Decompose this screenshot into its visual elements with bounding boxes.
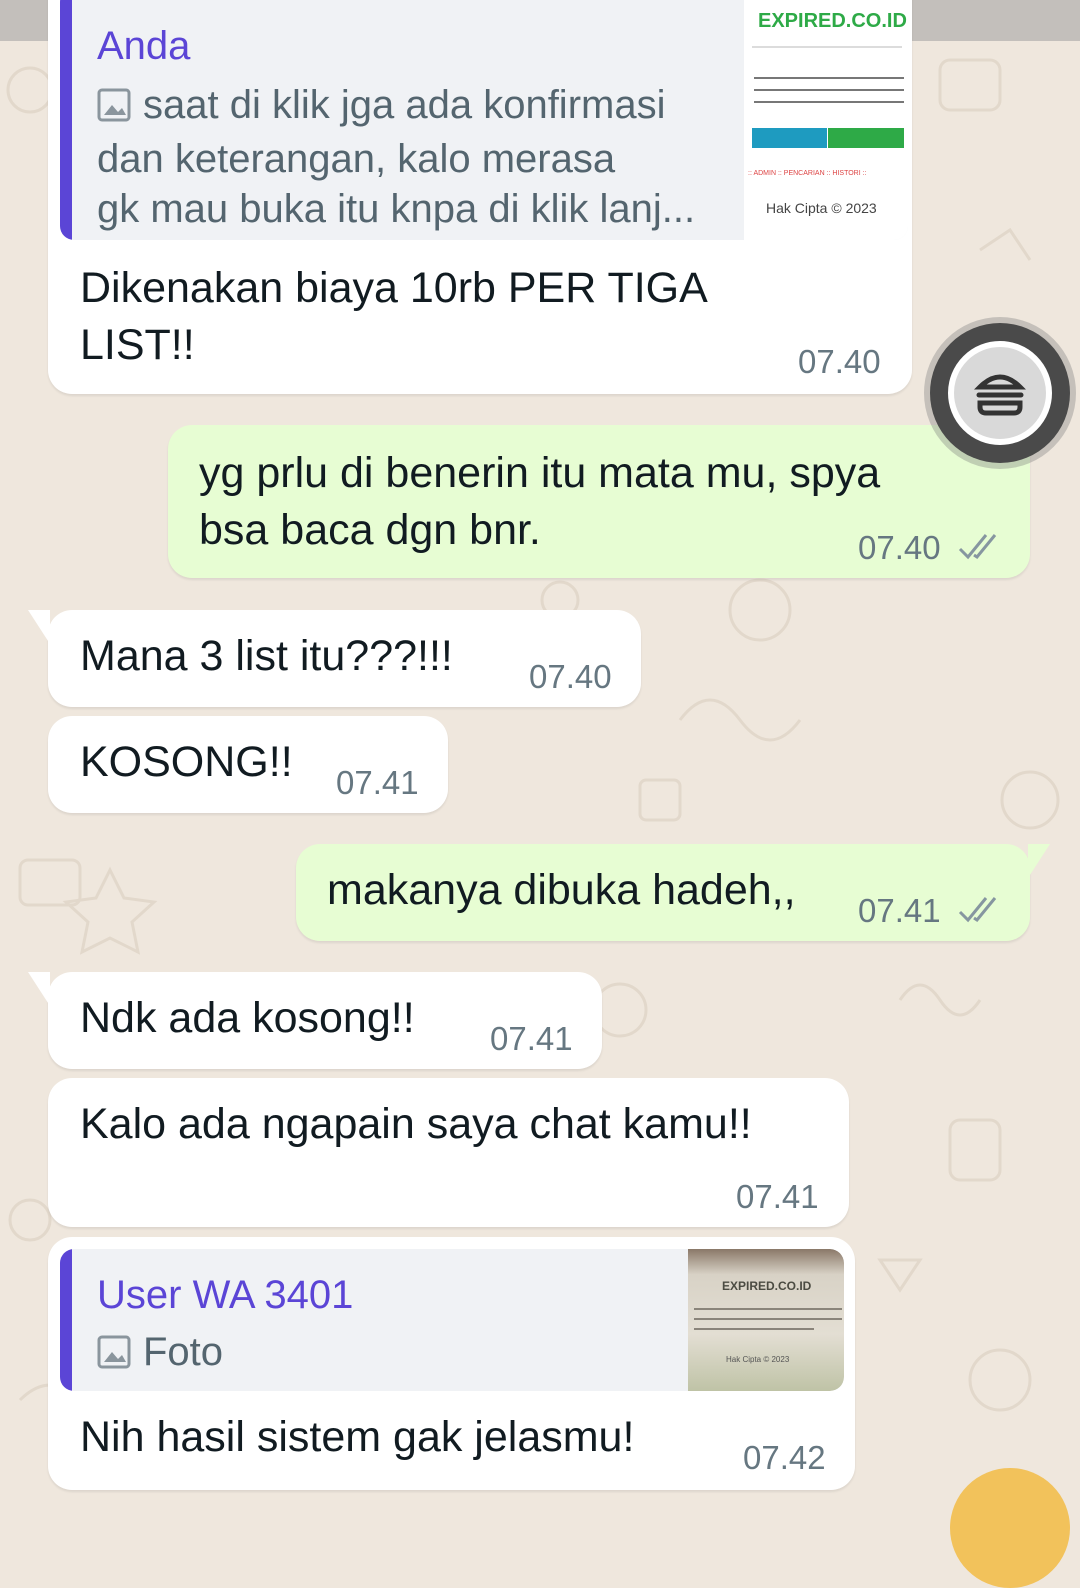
message-time: 07.42	[743, 1439, 826, 1476]
message-text: Dikenakan biaya 10rb PER TIGA LIST!!	[80, 264, 708, 369]
message-text: Nih hasil sistem gak jelasmu!	[80, 1413, 635, 1461]
bubble-tail	[28, 972, 50, 1006]
message-incoming-m8[interactable]: User WA 3401 Foto EXPIRED.CO.ID Hak Cipt…	[48, 1237, 855, 1490]
message-time: 07.40	[858, 529, 941, 566]
image-icon	[97, 84, 131, 134]
message-time: 07.41	[490, 1020, 573, 1057]
message-text: yg prlu di benerin itu mata mu, spya bsa…	[199, 449, 881, 554]
thumb-footer: Hak Cipta © 2023	[766, 200, 877, 216]
message-text: Mana 3 list itu???!!!	[80, 632, 453, 680]
reply-thumbnail: EXPIRED.CO.ID Hak Cipta © 2023	[688, 1249, 844, 1391]
thumb-footer: Hak Cipta © 2023	[726, 1355, 790, 1364]
reply-text-content: saat di klik jga ada konfirmasi dan kete…	[97, 83, 696, 231]
message-incoming-m3[interactable]: Mana 3 list itu???!!! 07.40	[28, 610, 641, 707]
message-incoming-m6[interactable]: Ndk ada kosong!! 07.41	[28, 972, 602, 1069]
message-text: KOSONG!!	[80, 738, 293, 786]
call-button-partial[interactable]	[950, 1468, 1070, 1588]
thumb-site-title: EXPIRED.CO.ID	[758, 10, 907, 32]
thumb-blue-bar	[752, 128, 827, 148]
reply-author: Anda	[97, 24, 191, 68]
thumb-text-lines	[694, 1308, 842, 1330]
reply-accent-bar	[60, 0, 72, 240]
reply-quote[interactable]: User WA 3401 Foto EXPIRED.CO.ID Hak Cipt…	[60, 1249, 844, 1391]
thumb-green-bar	[828, 128, 904, 148]
message-incoming-m1[interactable]: Anda saat di klik jga ada konfirmasi dan…	[48, 0, 912, 394]
double-check-icon	[958, 897, 997, 923]
message-time: 07.40	[529, 658, 612, 695]
thumb-text-lines	[754, 77, 904, 103]
message-text: Ndk ada kosong!!	[80, 994, 415, 1042]
reply-thumbnail: EXPIRED.CO.ID :: ADMIN :: PENCARIAN :: H…	[744, 0, 908, 240]
message-time: 07.40	[798, 343, 881, 380]
thumb-site-title: EXPIRED.CO.ID	[722, 1279, 812, 1293]
burger-icon	[974, 374, 1026, 416]
message-time: 07.41	[736, 1178, 819, 1215]
message-time: 07.41	[336, 764, 419, 801]
floating-burger-button[interactable]	[930, 323, 1070, 463]
reply-accent-bar	[60, 1249, 72, 1391]
message-incoming-m4[interactable]: KOSONG!! 07.41	[48, 716, 448, 813]
message-incoming-m7[interactable]: Kalo ada ngapain saya chat kamu!! 07.41	[48, 1078, 849, 1227]
double-check-icon	[958, 534, 997, 560]
message-outgoing-m2[interactable]: yg prlu di benerin itu mata mu, spya bsa…	[168, 425, 1030, 578]
reply-quote[interactable]: Anda saat di klik jga ada konfirmasi dan…	[60, 0, 908, 240]
message-time: 07.41	[858, 892, 941, 929]
reply-text: saat di klik jga ada konfirmasi dan kete…	[97, 80, 737, 234]
image-icon	[97, 1331, 131, 1381]
bubble-tail	[28, 610, 50, 644]
message-text: Kalo ada ngapain saya chat kamu!!	[80, 1100, 752, 1148]
reply-text: Foto	[97, 1327, 223, 1381]
floating-button-face	[948, 341, 1052, 445]
bubble-tail	[1028, 844, 1050, 878]
message-text: makanya dibuka hadeh,,	[327, 866, 796, 914]
reply-text-content: Foto	[143, 1330, 224, 1374]
thumb-nav: :: ADMIN :: PENCARIAN :: HISTORI ::	[748, 170, 867, 177]
message-outgoing-m5[interactable]: makanya dibuka hadeh,, 07.41	[296, 844, 1050, 941]
reply-author: User WA 3401	[97, 1273, 354, 1317]
thumb-divider	[752, 46, 902, 48]
